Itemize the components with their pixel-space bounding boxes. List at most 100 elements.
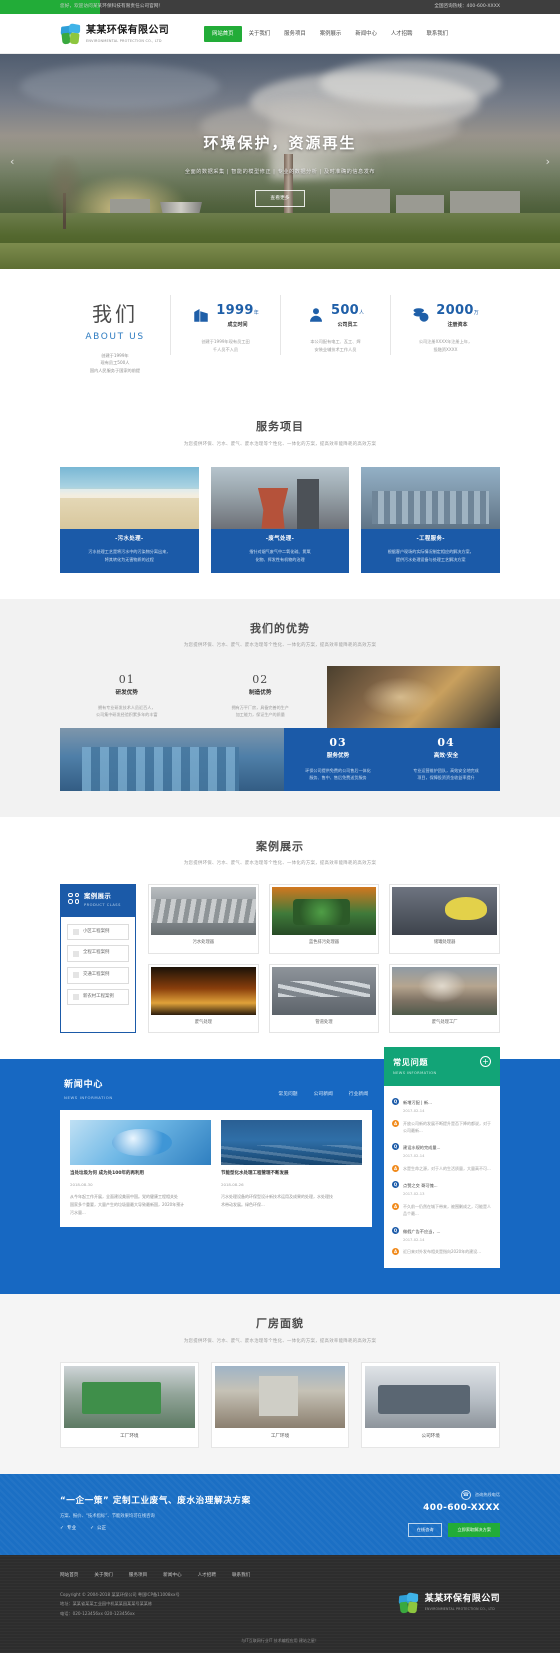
advantage-desc: 环保公司提供免费的公司售后一体化 服务、售中、售后免费送货服务 bbox=[305, 767, 371, 781]
factory-card[interactable]: 工厂环境 bbox=[210, 1361, 350, 1449]
nav-item-home[interactable]: 网站首页 bbox=[204, 25, 242, 43]
news-article-date: 2018-08-30 bbox=[70, 1182, 93, 1188]
news-tabs[interactable]: 常见问题 公司新闻 行业新闻 bbox=[278, 1091, 368, 1100]
site-logo[interactable]: 某某环保有限公司 ENVIRONMENTAL PROTECTION CO., L… bbox=[60, 23, 190, 45]
blue-pipes-photo bbox=[60, 727, 284, 791]
news-article[interactable]: 节能型化水处理工程管理不断发展 2018-08-26 污水处理设备的环保型设计新… bbox=[221, 1120, 362, 1217]
stat-number: 1999 bbox=[216, 303, 254, 318]
main-navigation[interactable]: 网站首页 关于我们 服务项目 案例展示 新闻中心 人才招聘 联系我们 bbox=[204, 25, 455, 43]
factory-card[interactable]: 公司环境 bbox=[361, 1361, 501, 1449]
list-item[interactable]: 交通工程案例 bbox=[67, 967, 129, 984]
nav-item-contact[interactable]: 联系我们 bbox=[419, 26, 455, 42]
faq-item[interactable]: Q 建设水规的完成量... 2017-02-14 A 水是生命之源，对于人的生活… bbox=[392, 1143, 492, 1176]
case-card[interactable]: 废气处理 bbox=[148, 963, 259, 1034]
nav-item-cases[interactable]: 案例展示 bbox=[313, 26, 349, 42]
advantage-desc: 拥有专业研发技术人员近百人， 公司集中研发经验积累多年的丰富 bbox=[96, 704, 158, 718]
advantage-number: 02 bbox=[252, 672, 269, 686]
advantage-desc: 拥有万平厂房，具备完善的生产 加工能力，保证生产的质量 bbox=[231, 704, 289, 718]
silos-photo bbox=[214, 1365, 346, 1428]
faq-heading: 常见问题 NEWS INFORMATION bbox=[393, 1056, 437, 1076]
service-name: -废气处理- bbox=[265, 535, 295, 542]
footer-nav-about[interactable]: 关于我们 bbox=[94, 1573, 112, 1580]
footer-nav-services[interactable]: 服务项目 bbox=[129, 1573, 147, 1580]
cta-phone-label: 咨询热线电话 bbox=[474, 1492, 500, 1498]
check-icon: ✓ bbox=[60, 1526, 64, 1532]
stat-unit: 人 bbox=[359, 310, 365, 316]
hero-cta-button[interactable]: 查看更多 bbox=[255, 190, 305, 208]
news-article[interactable]: 当处垃圾为何 成为处100年的再利用 2018-08-30 从今年起工作开展，全… bbox=[70, 1120, 211, 1217]
answer-icon: A bbox=[392, 1119, 399, 1127]
about-section: 我们 ABOUT US 创建于1999年 现有员工500人 国内人民服务于国家的… bbox=[0, 269, 560, 400]
list-item[interactable]: 小区工程案例 bbox=[67, 923, 129, 941]
faq-answer: 开放公司新的发展不断提升是否下降的都说，对于公司最新... bbox=[403, 1120, 491, 1133]
thumb-icon bbox=[73, 993, 79, 1000]
news-section: 新闻中心 NEWS INFORMATION 常见问题 公司新闻 行业新闻 当处垃… bbox=[0, 1047, 560, 1295]
footer-logo-name-en: ENVIRONMENTAL PROTECTION CO., LTD bbox=[424, 1607, 495, 1612]
list-item[interactable]: 新农村工程案例 bbox=[67, 988, 129, 1006]
cases-title: 案例展示 bbox=[256, 839, 304, 853]
cta-request-solution-button[interactable]: 立即索取解决方案 bbox=[448, 1522, 500, 1538]
footer-nav-jobs[interactable]: 人才招聘 bbox=[198, 1573, 216, 1580]
news-title-en: NEWS INFORMATION bbox=[64, 1094, 113, 1100]
footer-phone: 电话：020-123456xx 020-123456xx bbox=[60, 1610, 135, 1616]
smoke-plant-photo bbox=[392, 966, 497, 1015]
advantage-number: 04 bbox=[437, 735, 455, 749]
nav-item-jobs[interactable]: 人才招聘 bbox=[384, 26, 420, 42]
case-caption: 污水处理器 bbox=[192, 939, 215, 945]
case-card[interactable]: 蓝色排污处理器 bbox=[268, 883, 380, 954]
stat-label: 成立时间 bbox=[227, 321, 248, 328]
answer-icon: A bbox=[392, 1202, 399, 1210]
case-card[interactable]: 污水处理器 bbox=[148, 883, 259, 954]
tab-company-news[interactable]: 公司新闻 bbox=[314, 1091, 333, 1098]
cta-check-label: 公正 bbox=[96, 1526, 107, 1532]
stat-desc: 本公司配有电工、瓦工、焊 安装业辅技术工作人员 bbox=[310, 339, 361, 353]
case-caption: 储罐处理器 bbox=[433, 939, 456, 945]
green-earth-photo bbox=[70, 1120, 211, 1166]
tab-faq[interactable]: 常见问题 bbox=[278, 1091, 297, 1098]
faq-item[interactable]: Q 点赞之交 哥可愧... 2017-02-13 A 不久前一仍然在城下带来，被… bbox=[392, 1181, 492, 1221]
news-heading: 新闻中心 NEWS INFORMATION bbox=[64, 1079, 113, 1100]
blue-ocean-photo bbox=[221, 1120, 362, 1166]
green-machine-photo bbox=[64, 1365, 195, 1428]
factory-caption: 工厂环境 bbox=[270, 1433, 290, 1439]
service-name: -污水处理- bbox=[115, 535, 144, 542]
nav-item-news[interactable]: 新闻中心 bbox=[348, 26, 384, 42]
case-card[interactable]: 管道处理 bbox=[268, 963, 380, 1034]
nav-item-services[interactable]: 服务项目 bbox=[277, 26, 313, 42]
service-card[interactable]: -废气处理- 指针对烟气废气中二氧化硫、氮氧 化物、挥发性有机物的治理 bbox=[210, 466, 350, 573]
cta-consult-button[interactable]: 在线咨询 bbox=[407, 1522, 443, 1538]
footer-nav-news[interactable]: 新闻中心 bbox=[163, 1573, 181, 1580]
footer-nav-home[interactable]: 网站首页 bbox=[60, 1573, 78, 1580]
chevron-left-icon[interactable]: ‹ bbox=[10, 153, 14, 170]
nav-item-about[interactable]: 关于我们 bbox=[242, 26, 278, 42]
factory-card[interactable]: 工厂环境 bbox=[60, 1361, 199, 1449]
footer-navigation[interactable]: 网站首页 关于我们 服务项目 新闻中心 人才招聘 联系我们 bbox=[60, 1573, 250, 1580]
faq-answer: 近日来对外发布相关是指向2020年的建设... bbox=[403, 1249, 481, 1255]
case-card[interactable]: 废气处理工厂 bbox=[389, 963, 500, 1034]
chevron-right-icon[interactable]: › bbox=[546, 153, 550, 170]
faq-question: 新增污配 | 新... bbox=[403, 1099, 433, 1105]
cases-category-list[interactable]: 小区工程案例 全程工程案例 交通工程案例 新农村工程案例 bbox=[61, 917, 135, 1032]
case-caption: 管道处理 bbox=[315, 1019, 333, 1025]
faq-date: 2017-02-14 bbox=[403, 1154, 425, 1159]
stat-label: 注册资本 bbox=[447, 321, 468, 328]
plus-circle-icon[interactable]: + bbox=[480, 1056, 491, 1068]
case-card[interactable]: 储罐处理器 bbox=[389, 883, 500, 954]
cases-sidebar-title-cn: 案例展示 bbox=[84, 891, 112, 900]
stat-number: 500 bbox=[330, 303, 360, 318]
answer-icon: A bbox=[392, 1164, 399, 1172]
footer-nav-contact[interactable]: 联系我们 bbox=[232, 1573, 250, 1580]
faq-item[interactable]: Q 做假广告不应当，... 2017-02-14 A 近日来对外发布相关是指向2… bbox=[392, 1226, 492, 1260]
hero-title: 环境保护，资源再生 bbox=[203, 134, 357, 152]
green-pumps-photo bbox=[271, 886, 377, 935]
service-name: -工程服务- bbox=[416, 535, 445, 542]
services-title: 服务项目 bbox=[256, 420, 304, 434]
office-handshake-photo bbox=[365, 1365, 497, 1428]
service-card[interactable]: -污水处理- 污水处理工艺是将污水中的污染物分离出来， 将其转化为无害物质的过程 bbox=[60, 466, 199, 573]
service-card[interactable]: -工程服务- 根据客户现场的实际情况制定相应的解决方案， 提供污水处理设备与处理… bbox=[361, 466, 501, 573]
tab-industry-news[interactable]: 行业新闻 bbox=[349, 1091, 368, 1098]
faq-item[interactable]: Q 新增污配 | 新... 2017-02-14 A 开放公司新的发展不断提升是… bbox=[392, 1097, 492, 1138]
list-item[interactable]: 全程工程案例 bbox=[67, 945, 129, 963]
factory-heading: 厂房面貌 为您提供环保、污水、废气、废水治理等个性化、一体化的方案，提高效率能降… bbox=[0, 1316, 560, 1345]
list-item-label: 交通工程案例 bbox=[83, 972, 110, 978]
